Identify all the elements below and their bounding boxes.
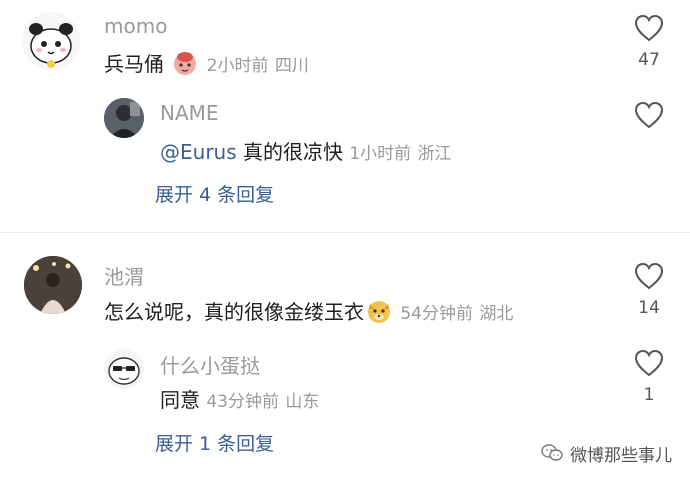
reply-location: 山东 (285, 392, 320, 412)
reply-body: 真的很凉快 (236, 140, 343, 164)
comment-username[interactable]: momo (104, 14, 167, 38)
reply-time: 1小时前 (349, 144, 412, 164)
heart-outline-icon[interactable] (634, 262, 664, 290)
heart-outline-icon[interactable] (634, 14, 664, 42)
reply-username[interactable]: NAME (160, 101, 219, 125)
panda-avatar-icon (22, 12, 80, 70)
heart-outline-icon[interactable] (634, 349, 664, 377)
reply-text: @Eurus 真的很凉快 1小时前 浙江 (160, 136, 452, 165)
avatar-xiaodanta[interactable] (104, 349, 144, 389)
reply-time: 43分钟前 (206, 392, 279, 412)
avatar-name[interactable] (104, 98, 144, 138)
person-photo-icon (24, 256, 82, 314)
like-count: 1 (643, 385, 655, 405)
reply-text: 同意 43分钟前 山东 (160, 384, 319, 413)
reply-username[interactable]: 什么小蛋挞 (160, 350, 260, 379)
watermark: 微博那些事儿 (539, 441, 672, 469)
watermark-text: 微博那些事儿 (570, 445, 672, 466)
like-count: 14 (638, 298, 660, 318)
comment-divider (0, 232, 690, 233)
wechat-icon (540, 443, 563, 468)
comment-location: 湖北 (479, 304, 514, 324)
comment-text: 怎么说呢，真的很像金缕玉衣 54分钟前 湖北 (104, 296, 513, 329)
comment-time: 54分钟前 (400, 304, 473, 324)
cartoon-avatar-icon (104, 349, 144, 389)
heart-outline-icon[interactable] (634, 101, 664, 129)
comment-text: 兵马俑 2小时前 四川 (104, 48, 309, 81)
person-photo-icon (104, 98, 144, 138)
comment-body: 怎么说呢，真的很像金缕玉衣 (104, 300, 364, 324)
doll-emoji-icon (172, 50, 198, 81)
expand-replies-button[interactable]: 展开 1 条回复 (155, 429, 274, 456)
comment-username[interactable]: 池渭 (104, 261, 144, 290)
avatar-chiwei[interactable] (24, 256, 82, 314)
comment-location: 四川 (274, 56, 309, 76)
reply-location: 浙江 (417, 144, 452, 164)
like-count: 47 (638, 50, 660, 70)
avatar-momo[interactable] (22, 12, 80, 70)
comment-body: 兵马俑 (104, 52, 164, 76)
reply-body: 同意 (160, 388, 200, 412)
expand-replies-button[interactable]: 展开 4 条回复 (155, 180, 274, 207)
doge-emoji-icon (366, 298, 392, 329)
comment-time: 2小时前 (206, 56, 269, 76)
mention-link[interactable]: @Eurus (160, 140, 237, 164)
